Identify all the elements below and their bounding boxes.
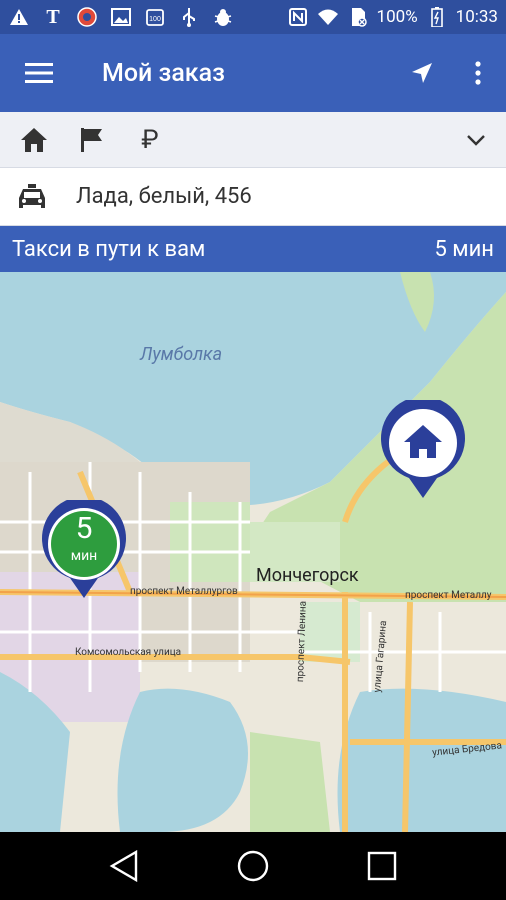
warning-icon [8,6,30,28]
navigate-button[interactable] [394,34,450,112]
hundred-icon: 100 [144,6,166,28]
svg-text:100: 100 [149,16,161,23]
navigation-arrow-icon [412,63,432,83]
menu-icon [25,63,53,83]
taxi-eta-pin[interactable]: 5 мин [40,500,128,600]
usb-icon [178,6,200,28]
status-left-icons: T 100 [8,6,234,28]
home-circle-icon [237,850,269,882]
eta-banner: Такси в пути к вам 5 мин [0,226,506,272]
page-title: Мой заказ [102,58,225,88]
home-tab[interactable] [18,124,50,156]
wifi-icon [317,6,339,28]
recents-square-icon [367,851,396,881]
image-icon [110,6,132,28]
map-view[interactable]: Лумболка Мончегорск проспект Металлургов… [0,272,506,832]
payment-tab[interactable]: ₽ [134,124,166,156]
map-label-street-3: Комсомольская улица [75,647,182,658]
taxi-car-icon [19,183,45,208]
back-triangle-icon [109,850,138,882]
app-bar: Мой заказ [0,34,506,112]
map-pin-home-icon [381,400,465,498]
ruble-icon: ₽ [141,124,159,155]
back-button[interactable] [99,841,149,891]
map-label-street-1: проспект Металлургов [130,586,238,597]
system-nav-bar [0,832,506,900]
battery-percent: 100% [376,7,418,27]
home-icon [21,127,47,152]
flag-icon [81,127,102,152]
eta-pin-number: 5 [75,511,93,546]
clock: 10:33 [455,7,498,27]
nfc-icon [287,6,309,28]
eta-message: Такси в пути к вам [12,236,206,262]
more-vert-icon [475,61,481,85]
home-location-pin[interactable] [380,400,466,500]
t-icon: T [46,5,60,28]
eta-time: 5 мин [434,236,494,262]
home-button[interactable] [228,841,278,891]
bug-icon [212,6,234,28]
app-bar-actions [394,34,506,112]
more-options-button[interactable] [450,34,506,112]
expand-button[interactable] [460,124,492,156]
car-description: Лада, белый, 456 [76,184,252,209]
app-icon [76,6,98,28]
destination-tab[interactable] [76,124,108,156]
battery-icon [426,6,448,28]
chevron-down-icon [467,134,485,146]
status-bar: T 100 100% 10:33 [0,0,506,34]
no-sim-icon [347,6,369,28]
eta-pin-unit: мин [70,548,98,564]
recents-button[interactable] [357,841,407,891]
menu-button[interactable] [0,34,78,112]
map-label-lake: Лумболка [140,344,223,365]
status-right-icons: 100% 10:33 [287,6,498,28]
map-label-street-2: проспект Металлу [405,590,492,601]
map-label-city: Мончегорск [256,565,359,586]
order-details-row: ₽ [0,112,506,168]
car-info-row: Лада, белый, 456 [0,168,506,226]
